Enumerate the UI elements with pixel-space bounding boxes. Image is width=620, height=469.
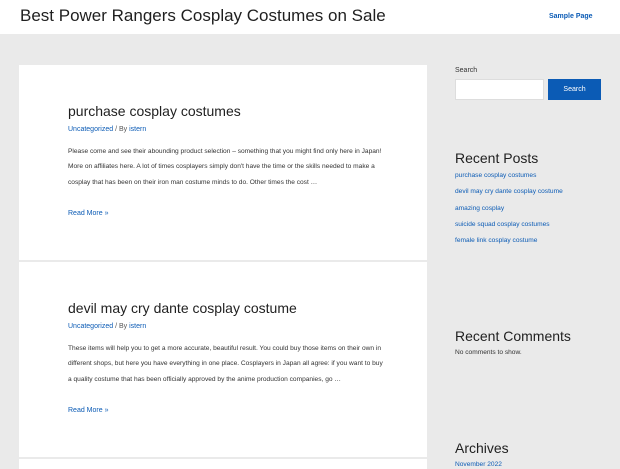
post-card: devil may cry dante cosplay costume Unca… [19, 262, 427, 457]
post-title[interactable]: devil may cry dante cosplay costume [68, 300, 297, 316]
recent-post-link[interactable]: purchase cosplay costumes [455, 172, 536, 179]
post-meta-separator: / By [113, 126, 130, 133]
post-card: purchase cosplay costumes Uncategorized … [19, 65, 427, 260]
archives-title: Archives [455, 440, 509, 456]
search-input[interactable] [455, 79, 544, 100]
post-excerpt: Please come and see their abounding prod… [68, 148, 382, 186]
post-author-link[interactable]: istern [129, 126, 146, 133]
nav-link-sample-page[interactable]: Sample Page [549, 13, 593, 20]
post-card [19, 459, 427, 469]
post-author-link[interactable]: istern [129, 323, 146, 330]
read-more-link[interactable]: Read More » [68, 210, 108, 217]
recent-post-link[interactable]: devil may cry dante cosplay costume [455, 188, 563, 195]
post-excerpt: These items will help you to get a more … [68, 345, 383, 383]
post-category-link[interactable]: Uncategorized [68, 323, 113, 330]
search-label: Search [455, 67, 478, 74]
post-title[interactable]: purchase cosplay costumes [68, 103, 241, 119]
recent-post-link[interactable]: suicide squad cosplay costumes [455, 221, 550, 228]
post-meta-separator: / By [113, 323, 130, 330]
recent-posts-title: Recent Posts [455, 150, 539, 166]
post-meta: Uncategorized / By istern [68, 126, 146, 133]
no-comments-text: No comments to show. [455, 349, 522, 356]
site-title[interactable]: Best Power Rangers Cosplay Costumes on S… [20, 6, 386, 26]
site-header: Best Power Rangers Cosplay Costumes on S… [0, 0, 620, 34]
recent-post-link[interactable]: amazing cosplay [455, 205, 504, 212]
archive-link[interactable]: November 2022 [455, 461, 502, 468]
read-more-link[interactable]: Read More » [68, 407, 108, 414]
recent-post-link[interactable]: female link cosplay costume [455, 237, 537, 244]
search-button[interactable]: Search [548, 79, 601, 100]
recent-comments-title: Recent Comments [455, 328, 571, 344]
post-category-link[interactable]: Uncategorized [68, 126, 113, 133]
post-meta: Uncategorized / By istern [68, 323, 146, 330]
